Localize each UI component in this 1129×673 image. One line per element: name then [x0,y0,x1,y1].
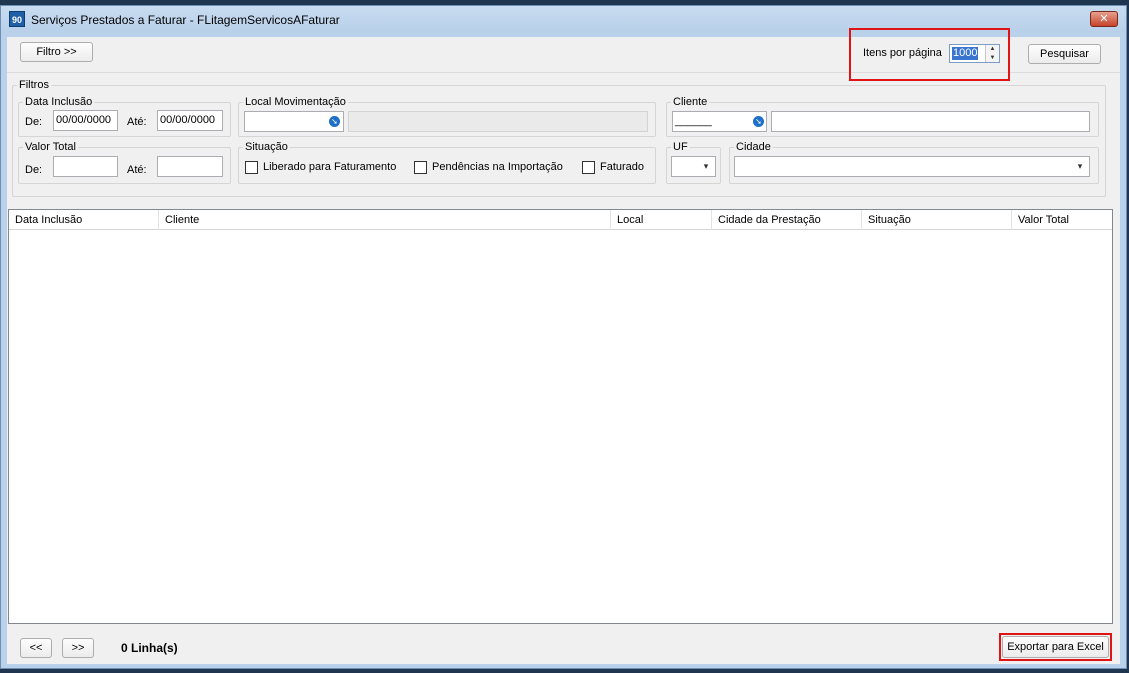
local-movimentacao-title: Local Movimentação [243,96,348,108]
checkbox-faturado-label[interactable]: Faturado [600,161,644,173]
uf-select[interactable]: ▾ [671,156,716,177]
data-inclusao-from-field[interactable]: 00/00/0000 [53,110,118,131]
desktop-strip [0,669,1129,673]
cliente-name-field[interactable] [771,111,1090,132]
close-button[interactable]: ✕ [1090,11,1118,27]
situacao-title: Situação [243,141,290,153]
filter-toggle-button[interactable]: Filtro >> [20,42,93,62]
situacao-group: Situação Liberado para Faturamento Pendê… [238,141,656,184]
top-toolbar: Filtro >> Itens por página 1000 ▲ ▼ Pesq… [7,28,1120,81]
local-lookup-icon[interactable]: ➘ [329,116,340,127]
cliente-group: Cliente ______ ➘ [666,96,1099,137]
checkbox-liberado-label[interactable]: Liberado para Faturamento [263,161,396,173]
items-per-page-value[interactable]: 1000 [952,47,979,60]
items-per-page-spinner[interactable]: 1000 ▲ ▼ [949,44,1000,63]
valor-total-from-label: De: [25,164,43,176]
cliente-lookup-icon[interactable]: ➘ [753,116,764,127]
filters-title: Filtros [17,79,51,91]
checkbox-pendencias[interactable] [414,161,427,174]
valor-total-to-label: Até: [127,164,147,176]
data-inclusao-from-label: De: [25,116,43,128]
column-header-cidade-prestacao[interactable]: Cidade da Prestação [712,210,862,230]
data-inclusao-title: Data Inclusão [23,96,95,108]
column-header-cliente[interactable]: Cliente [159,210,611,230]
data-inclusao-group: Data Inclusão De: 00/00/0000 Até: 00/00/… [18,96,231,137]
previous-page-button[interactable]: << [20,638,52,658]
main-window: 90 Serviços Prestados a Faturar - FLitag… [0,5,1127,669]
column-header-situacao[interactable]: Situação [862,210,1012,230]
spinner-buttons[interactable]: ▲ ▼ [985,45,999,62]
valor-total-title: Valor Total [23,141,78,153]
valor-total-from-field[interactable] [53,156,118,177]
filters-group: Filtros Data Inclusão De: 00/00/0000 Até… [12,79,1106,197]
cliente-title: Cliente [671,96,710,108]
cidade-chevron-down-icon[interactable]: ▾ [1074,160,1086,172]
cidade-group: Cidade ▾ [729,141,1099,184]
column-header-data-inclusao[interactable]: Data Inclusão [9,210,159,230]
spin-down-icon[interactable]: ▼ [986,54,999,63]
valor-total-to-field[interactable] [157,156,223,177]
uf-title: UF [671,141,690,153]
window-title: Serviços Prestados a Faturar - FLitagemS… [31,13,340,27]
uf-chevron-down-icon[interactable]: ▾ [700,160,712,172]
checkbox-liberado[interactable] [245,161,258,174]
column-header-local[interactable]: Local [611,210,712,230]
search-button[interactable]: Pesquisar [1028,44,1101,64]
app-logo-icon: 90 [9,11,25,27]
export-excel-button[interactable]: Exportar para Excel [1002,636,1109,658]
row-count-label: 0 Linha(s) [121,641,178,655]
data-inclusao-to-label: Até: [127,116,147,128]
cidade-select[interactable]: ▾ [734,156,1090,177]
local-movimentacao-description-field [348,111,648,132]
checkbox-pendencias-label[interactable]: Pendências na Importação [432,161,563,173]
results-grid[interactable]: Data Inclusão Cliente Local Cidade da Pr… [8,209,1113,624]
column-header-valor-total[interactable]: Valor Total [1012,210,1112,230]
cidade-title: Cidade [734,141,773,153]
items-per-page-label: Itens por página [863,47,942,59]
next-page-button[interactable]: >> [62,638,94,658]
spin-up-icon[interactable]: ▲ [986,45,999,54]
uf-group: UF ▾ [666,141,721,184]
footer-bar: << >> 0 Linha(s) Exportar para Excel [7,626,1120,664]
data-inclusao-to-field[interactable]: 00/00/0000 [157,110,223,131]
grid-header: Data Inclusão Cliente Local Cidade da Pr… [9,210,1112,230]
client-area: Filtro >> Itens por página 1000 ▲ ▼ Pesq… [7,28,1120,664]
checkbox-faturado[interactable] [582,161,595,174]
valor-total-group: Valor Total De: Até: [18,141,231,184]
local-movimentacao-group: Local Movimentação ➘ [238,96,656,137]
